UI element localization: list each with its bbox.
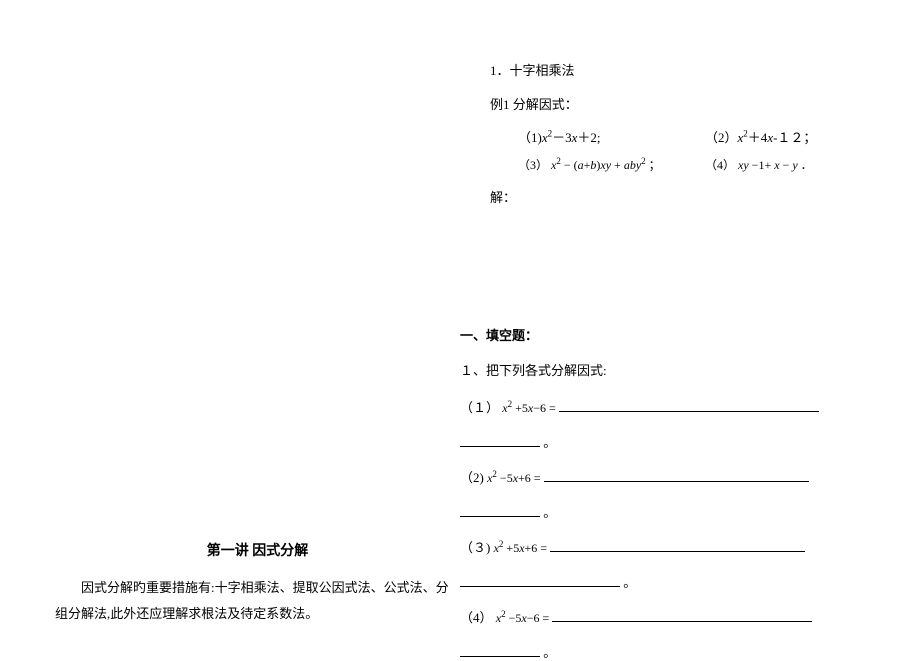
solution-label: 解： [490, 187, 902, 206]
section1-title: 1．十字相乘法 [490, 60, 902, 79]
fill-blank-3[interactable] [550, 538, 805, 552]
blank-item-4: （4） x2 −5x−6 = [460, 607, 900, 626]
fill-blank-3b[interactable] [460, 573, 620, 587]
section-number: 1． [490, 63, 510, 78]
fill-blank-4[interactable] [552, 608, 812, 622]
ex1-item4: （4） xy −1+ x − y ． [705, 156, 813, 173]
ex1-item2: （2）x2＋4x-１２； [705, 127, 816, 146]
fill-blank-2b[interactable] [460, 503, 540, 517]
fill-blank-4b[interactable] [460, 643, 540, 657]
lecture-title: 第一讲 因式分解 [55, 540, 460, 560]
blank-item-1: （１） x2 +5x−6 = [460, 397, 900, 416]
fill-blank-1[interactable] [559, 398, 819, 412]
fill-blank-1b[interactable] [460, 433, 540, 447]
ex1-item1: （1)x2－3x＋2; [490, 127, 705, 146]
lecture-intro: 因式分解旳重要措施有:十字相乘法、提取公因式法、公式法、分组分解法,此外还应理解… [55, 575, 460, 627]
blank-item-2: （2) x2 −5x+6 = [460, 467, 900, 486]
exercises-heading: 一、填空题： [460, 325, 900, 344]
example-label: 例1 分解因式： [490, 94, 902, 113]
blank-item-3: （３) x2 +5x+6 = [460, 537, 900, 556]
fill-blank-2[interactable] [544, 468, 809, 482]
q1-label: １、把下列各式分解因式: [460, 360, 900, 379]
ex1-item3: （3） x2 − (a+b)xy + aby2 ； [490, 156, 705, 173]
section-name: 十字相乘法 [510, 63, 575, 78]
